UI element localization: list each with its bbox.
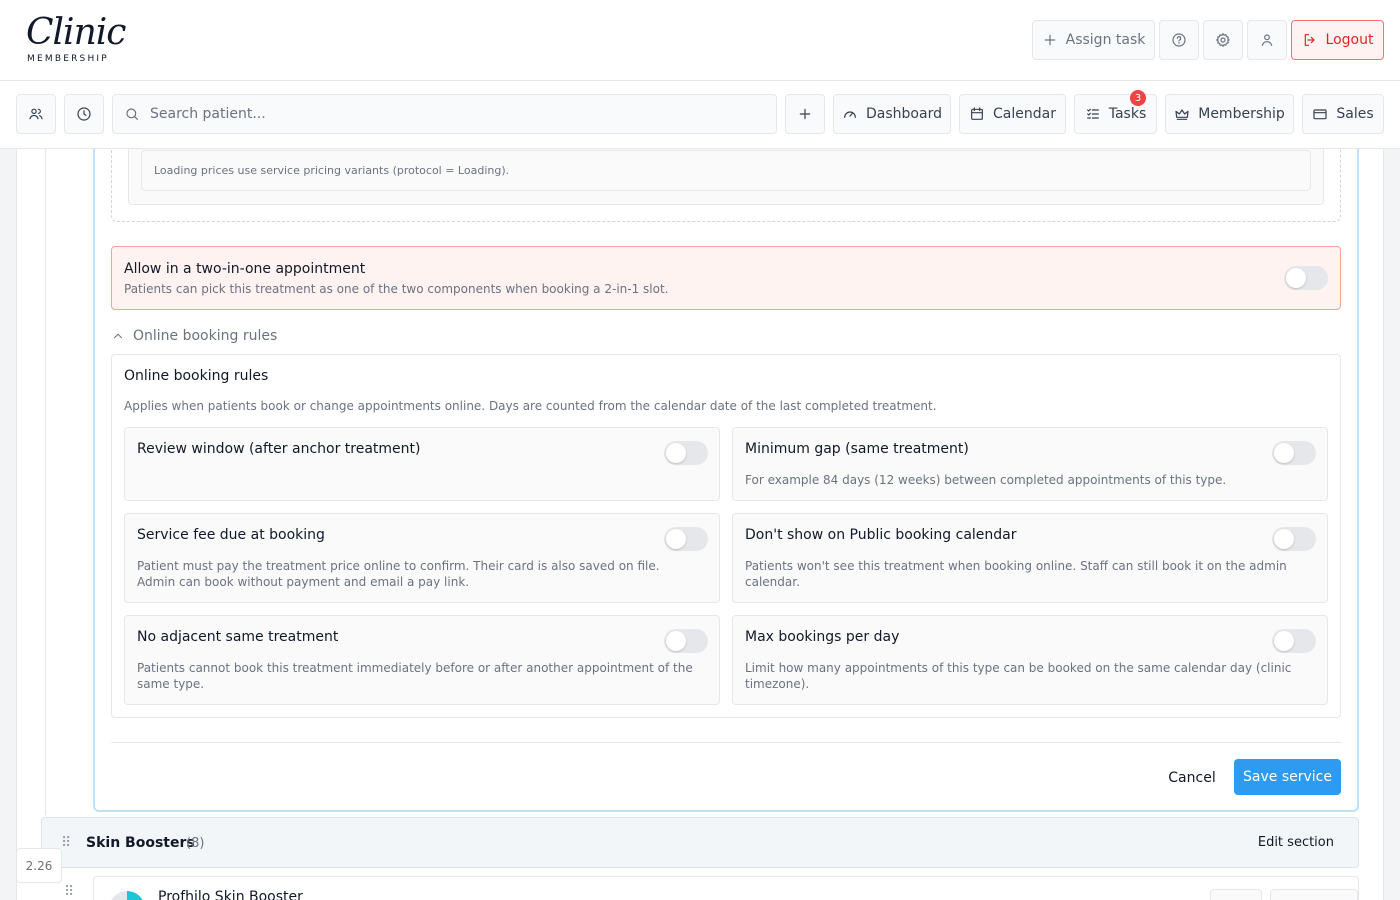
nav-membership-label: Membership [1198,106,1285,122]
service-name: Profhilo Skin Booster [158,889,303,900]
two-in-one-toggle[interactable] [1284,266,1328,290]
rule-title: No adjacent same treatment [137,629,339,645]
rule-service-fee: Service fee due at booking Patient must … [124,513,720,603]
edit-section-button[interactable]: Edit section [1258,835,1334,850]
rule-description: Limit how many appointments of this type… [745,661,1292,691]
service-action-button[interactable] [1270,889,1358,900]
patient-search [112,94,777,134]
form-divider [111,742,1341,743]
logo-wordmark: Clinic [26,12,126,53]
logout-button[interactable]: Logout [1291,20,1384,60]
rule-title: Service fee due at booking [137,527,325,543]
rule-service-fee-toggle[interactable] [664,527,708,551]
nav-sales-label: Sales [1336,106,1374,122]
rule-hide-public-calendar: Don't show on Public booking calendar Pa… [732,513,1328,603]
help-circle-icon [1172,33,1186,47]
online-booking-description: Applies when patients book or change app… [124,399,937,413]
rule-description: Patients won't see this treatment when b… [745,559,1287,589]
patients-button[interactable] [16,94,56,134]
two-in-one-title: Allow in a two-in-one appointment [124,261,366,277]
rule-no-adjacent-toggle[interactable] [664,629,708,653]
users-icon [29,108,43,120]
rule-title: Review window (after anchor treatment) [137,441,421,457]
nav-dashboard[interactable]: Dashboard [833,94,951,134]
settings-button[interactable] [1203,20,1243,60]
crown-icon [1175,109,1189,120]
pricing-note: Loading prices use service pricing varia… [154,164,510,177]
rule-no-adjacent: No adjacent same treatment Patients cann… [124,615,720,705]
nav-tasks[interactable]: Tasks 3 [1074,90,1157,134]
rule-title: Don't show on Public booking calendar [745,527,1017,543]
section-row-skin-boosters: ⠿ Skin Boosters (8) Edit section [41,817,1359,868]
nav-bar: Dashboard Calendar Tasks 3 Membership Sa… [0,81,1400,149]
service-avatar [109,891,145,900]
rule-review-window-toggle[interactable] [664,441,708,465]
search-input[interactable] [150,106,750,122]
two-in-one-panel: Allow in a two-in-one appointment Patien… [111,246,1341,310]
online-booking-collapse[interactable]: Online booking rules [111,326,277,346]
service-row[interactable]: Profhilo Skin Booster [93,876,1359,900]
assign-task-button[interactable]: Assign task [1032,20,1155,60]
rule-minimum-gap: Minimum gap (same treatment) For example… [732,427,1328,501]
clinic-logo[interactable]: Clinic MEMBERSHIP [26,12,126,68]
rule-max-bookings: Max bookings per day Limit how many appo… [732,615,1328,705]
nav-dashboard-label: Dashboard [866,106,942,122]
logo-subtitle: MEMBERSHIP [27,54,109,64]
online-booking-collapse-label: Online booking rules [133,328,278,344]
history-button[interactable] [64,94,104,134]
logout-label: Logout [1325,32,1374,48]
rule-title: Minimum gap (same treatment) [745,441,969,457]
version-badge: 2.26 [16,848,62,883]
profile-button[interactable] [1247,20,1287,60]
service-action-button[interactable] [1210,889,1262,900]
cancel-button[interactable]: Cancel [1160,764,1224,792]
rule-title: Max bookings per day [745,629,900,645]
clock-icon [77,107,91,121]
plus-icon [799,108,811,120]
task-list-icon [1086,108,1099,119]
nav-calendar[interactable]: Calendar [959,94,1066,134]
nav-membership[interactable]: Membership [1165,94,1294,134]
nav-sales[interactable]: Sales [1302,94,1384,134]
rule-hide-public-calendar-toggle[interactable] [1272,527,1316,551]
section-count: (8) [186,836,205,851]
chevron-up-icon [113,333,123,339]
search-icon [126,108,138,120]
rule-review-window: Review window (after anchor treatment) [124,427,720,501]
credit-card-icon [1313,109,1327,120]
two-in-one-description: Patients can pick this treatment as one … [124,282,669,296]
nav-calendar-label: Calendar [993,106,1056,122]
tasks-count-badge: 3 [1130,90,1146,106]
section-title: Skin Boosters [86,835,195,851]
rule-description: For example 84 days (12 weeks) between c… [745,473,1227,487]
drag-handle-icon[interactable]: ⠿ [61,836,71,850]
drag-handle-icon[interactable]: ⠿ [64,885,74,899]
nav-tasks-label: Tasks [1108,106,1147,122]
help-button[interactable] [1159,20,1199,60]
rule-description: Patients cannot book this treatment imme… [137,661,693,691]
rule-description: Patient must pay the treatment price onl… [137,559,660,589]
plus-icon [1044,34,1055,46]
calendar-icon [971,107,983,120]
logout-icon [1304,34,1315,46]
rule-max-bookings-toggle[interactable] [1272,629,1316,653]
gear-icon [1216,33,1230,47]
add-button[interactable] [785,94,825,134]
save-service-button[interactable]: Save service [1234,759,1341,795]
rule-minimum-gap-toggle[interactable] [1272,441,1316,465]
online-booking-title: Online booking rules [124,368,269,384]
assign-task-label: Assign task [1065,32,1146,48]
top-header: Clinic MEMBERSHIP Assign task Logout [0,0,1400,81]
user-icon [1261,34,1273,46]
gauge-icon [844,111,856,118]
tree-guide-line [45,140,46,815]
